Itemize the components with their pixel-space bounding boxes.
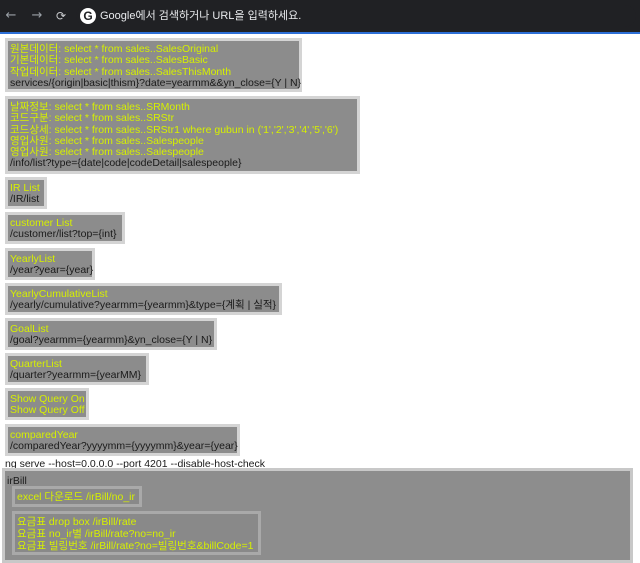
rate-billing-number-endpoint: 요금표 빌링번호 /irBill/rate?no=빌링번호&billCode=1: [17, 540, 254, 552]
services-endpoint: services/{origin|basic|thism}?date=yearm…: [10, 77, 302, 89]
address-bar[interactable]: G Google에서 검색하거나 URL을 입력하세요.: [76, 5, 636, 27]
goal-list-endpoint: /goal?yearmm={yearmm}&yn_close={Y | N}: [10, 334, 213, 346]
customer-list-endpoint: /customer/list?top={int}: [10, 228, 117, 240]
browser-toolbar: ← → ⟳ G Google에서 검색하거나 URL을 입력하세요.: [0, 0, 640, 34]
show-query-off: Show Query Off: [10, 404, 85, 416]
basic-data-query: 기본데이터: select * from sales..SalesBasic: [10, 54, 208, 66]
excel-download-endpoint: excel 다운로드 /irBill/no_ir: [17, 491, 135, 503]
forward-arrow-icon[interactable]: →: [28, 7, 46, 25]
address-bar-placeholder[interactable]: Google에서 검색하거나 URL을 입력하세요.: [100, 10, 301, 22]
code-type-query: 코드구분: select * from sales..SRStr: [10, 112, 175, 124]
ng-serve-command: ng serve --host=0.0.0.0 --port 4201 --di…: [5, 458, 266, 470]
back-arrow-icon[interactable]: ←: [2, 7, 20, 25]
info-list-endpoint: /info/list?type={date|code|codeDetail|sa…: [10, 157, 242, 169]
yearly-cumulative-endpoint: /yearly/cumulative?yearmm={yearmm}&type=…: [10, 299, 277, 311]
reload-icon[interactable]: ⟳: [52, 7, 70, 25]
rate-no-ir-endpoint: 요금표 no_ir별 /irBill/rate?no=no_ir: [17, 528, 176, 540]
compared-year-endpoint: /comparedYear?yyyymm={yyyymm}&year={year…: [10, 440, 238, 452]
google-logo-icon: G: [80, 8, 96, 24]
quarter-list-endpoint: /quarter?yearmm={yearMM}: [10, 369, 142, 381]
yearly-list-endpoint: /year?year={year}: [10, 264, 94, 276]
ir-list-endpoint: /IR/list: [10, 193, 40, 205]
rate-drop-box-endpoint: 요금표 drop box /irBill/rate: [17, 516, 137, 528]
irbill-title: irBill: [7, 475, 27, 487]
